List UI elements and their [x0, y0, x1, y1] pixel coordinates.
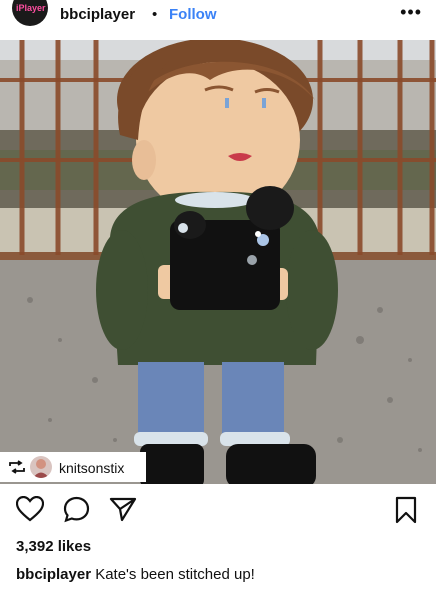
post-caption: bbciplayer Kate's been stitched up! — [16, 566, 255, 583]
avatar-logo-text: iPlayer — [16, 3, 46, 13]
more-options-icon[interactable]: ••• — [400, 2, 422, 23]
repost-author-avatar — [30, 456, 52, 478]
separator-dot: • — [152, 6, 158, 23]
post-image[interactable] — [0, 40, 436, 484]
caption-username[interactable]: bbciplayer — [16, 566, 91, 583]
repost-attribution[interactable]: knitsonstix — [0, 452, 146, 482]
author-username[interactable]: bbciplayer — [60, 6, 135, 23]
author-avatar[interactable]: iPlayer — [12, 0, 48, 26]
comment-icon[interactable] — [63, 496, 90, 528]
send-icon[interactable] — [109, 496, 137, 527]
post-header: iPlayer bbciplayer • Follow ••• — [0, 0, 436, 40]
likes-count[interactable]: 3,392 likes — [16, 538, 91, 555]
bookmark-icon[interactable] — [394, 496, 418, 529]
heart-icon[interactable] — [15, 495, 45, 527]
caption-text: Kate's been stitched up! — [95, 566, 255, 583]
follow-button[interactable]: Follow — [169, 6, 217, 23]
repost-author-username[interactable]: knitsonstix — [59, 460, 124, 476]
action-bar — [0, 484, 436, 540]
repost-icon — [8, 460, 26, 479]
